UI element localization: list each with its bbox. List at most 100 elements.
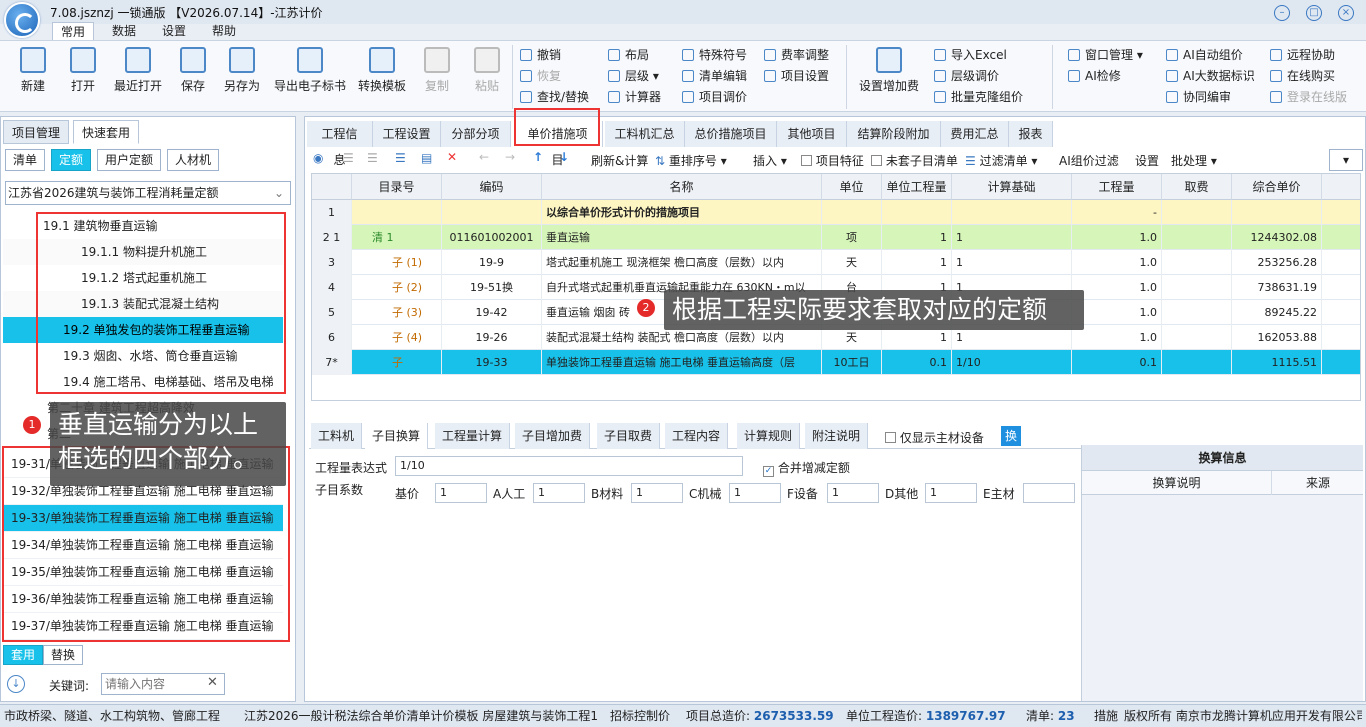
ai-auto-price-button[interactable]: AI自动组价 bbox=[1166, 45, 1243, 65]
coef-input[interactable]: 1 bbox=[533, 483, 585, 503]
redo-button[interactable]: 恢复 bbox=[520, 66, 561, 86]
table-cell[interactable]: 89245.22 bbox=[1232, 300, 1322, 325]
settings-button[interactable]: 设置 bbox=[1135, 152, 1159, 169]
table-cell[interactable]: 10工日 bbox=[822, 350, 882, 375]
open-button[interactable]: 打开 bbox=[64, 47, 102, 107]
table-cell[interactable]: 1/10 bbox=[952, 350, 1072, 375]
recent-button[interactable]: 最近打开 bbox=[112, 47, 164, 107]
column-header[interactable]: 单位 bbox=[822, 174, 882, 200]
dropdown-toggle[interactable]: ▾ bbox=[1329, 149, 1363, 171]
table-cell[interactable]: 1 bbox=[882, 225, 952, 250]
table-cell[interactable]: 子 bbox=[352, 350, 442, 375]
merge-checkbox[interactable]: ✓ 合并增减定额 bbox=[763, 459, 850, 477]
minimize-icon[interactable]: – bbox=[1274, 5, 1290, 21]
tab-materials[interactable]: 工料机 bbox=[311, 423, 363, 449]
table-row[interactable]: 2 1清 1 011601002001 垂直运输项 1 1 1.0 1244302.08 bbox=[312, 225, 1360, 250]
arrow-right-icon[interactable]: → bbox=[505, 150, 515, 164]
table-cell[interactable]: 子 (3) bbox=[352, 300, 442, 325]
table-cell[interactable]: 1 bbox=[952, 250, 1072, 275]
reorder-button[interactable]: ⇅ 重排序号 ▾ bbox=[655, 152, 727, 169]
ai-filter-button[interactable]: AI组价过滤 bbox=[1059, 152, 1119, 169]
table-cell[interactable]: 1.0 bbox=[1072, 275, 1162, 300]
column-header[interactable]: 目录号 bbox=[352, 174, 442, 200]
close-icon[interactable]: × bbox=[1338, 5, 1354, 21]
table-cell[interactable]: 子 (4) bbox=[352, 325, 442, 350]
column-header[interactable]: 名称 bbox=[542, 174, 822, 200]
table-cell[interactable]: 天 bbox=[822, 250, 882, 275]
menu-common[interactable]: 常用 bbox=[52, 22, 94, 40]
column-header[interactable]: 取费 bbox=[1162, 174, 1232, 200]
menu-help[interactable]: 帮助 bbox=[204, 22, 244, 40]
menu-settings[interactable]: 设置 bbox=[154, 22, 194, 40]
arrow-down-icon[interactable]: ↓ bbox=[559, 150, 569, 164]
filter-list-dropdown[interactable]: ☰ 过滤清单 ▾ bbox=[965, 152, 1037, 169]
tab-project-info[interactable]: 工程信息 bbox=[307, 121, 373, 167]
download-icon[interactable]: ↓ bbox=[7, 675, 25, 693]
batch-clone-button[interactable]: 批量克隆组价 bbox=[934, 87, 1023, 107]
table-cell[interactable]: 以综合单价形式计价的措施项目 bbox=[542, 200, 822, 225]
table-cell[interactable]: 1.0 bbox=[1072, 250, 1162, 275]
table-cell[interactable]: 19-42 bbox=[442, 300, 542, 325]
window-manage-button[interactable]: 窗口管理 ▾ bbox=[1068, 45, 1143, 65]
table-cell[interactable]: 2 1 bbox=[312, 225, 352, 250]
table-cell[interactable]: 清 1 bbox=[352, 225, 442, 250]
column-header[interactable]: 综合单价 bbox=[1232, 174, 1322, 200]
coef-input[interactable]: 1 bbox=[925, 483, 977, 503]
tab-work-content[interactable]: 工程内容 bbox=[665, 423, 729, 449]
table-cell[interactable] bbox=[1162, 300, 1232, 325]
tab-subdivision[interactable]: 分部分项 bbox=[441, 121, 511, 147]
online-buy-button[interactable]: 在线购买 bbox=[1270, 66, 1335, 86]
rate-adjust-button[interactable]: 费率调整 bbox=[764, 45, 829, 65]
new-button[interactable]: 新建 bbox=[14, 47, 52, 107]
ai-check-button[interactable]: AI检修 bbox=[1068, 66, 1121, 86]
table-cell[interactable] bbox=[1162, 325, 1232, 350]
table-cell[interactable]: 011601002001 bbox=[442, 225, 542, 250]
table-cell[interactable]: 4 bbox=[312, 275, 352, 300]
quota-library-select[interactable]: 江苏省2026建筑与装饰工程消耗量定额 ⌄ bbox=[5, 181, 291, 205]
filter-material-button[interactable]: 人材机 bbox=[167, 149, 220, 171]
import-excel-button[interactable]: 导入Excel bbox=[934, 45, 1007, 65]
unmatched-list-checkbox[interactable]: 未套子目清单 bbox=[871, 152, 958, 169]
coef-input[interactable] bbox=[1023, 483, 1075, 503]
table-cell[interactable]: 1 bbox=[882, 250, 952, 275]
table-cell[interactable]: 162053.88 bbox=[1232, 325, 1322, 350]
tab-calc-rules[interactable]: 计算规则 bbox=[737, 423, 801, 449]
table-cell[interactable]: 253256.28 bbox=[1232, 250, 1322, 275]
tab-quantity-calc[interactable]: 工程量计算 bbox=[435, 423, 511, 449]
filter-list-button[interactable]: 清单 bbox=[5, 149, 46, 171]
level-price-button[interactable]: 层级调价 bbox=[934, 66, 999, 86]
table-cell[interactable]: 19-51换 bbox=[442, 275, 542, 300]
refresh-calc-button[interactable]: 刷新&计算 bbox=[591, 152, 648, 169]
table-cell[interactable]: 单独装饰工程垂直运输 施工电梯 垂直运输高度（层 bbox=[542, 350, 822, 375]
eye-icon[interactable]: ◉ bbox=[313, 151, 323, 165]
replace-tab[interactable]: 替换 bbox=[43, 645, 84, 665]
menu-data[interactable]: 数据 bbox=[104, 22, 144, 40]
filter-user-quota-button[interactable]: 用户定额 bbox=[97, 149, 162, 171]
table-cell[interactable]: 1115.51 bbox=[1232, 350, 1322, 375]
save-as-button[interactable]: 另存为 bbox=[222, 47, 262, 107]
project-feature-checkbox[interactable]: 项目特征 bbox=[801, 152, 864, 169]
copy-button[interactable]: 复制 bbox=[420, 47, 454, 107]
export-bid-button[interactable]: 导出电子标书 bbox=[272, 47, 348, 107]
coef-input[interactable]: 1 bbox=[435, 483, 487, 503]
table-cell[interactable]: 1.0 bbox=[1072, 300, 1162, 325]
paste-button[interactable]: 粘贴 bbox=[470, 47, 504, 107]
table-row[interactable]: 1 以综合单价形式计价的措施项目 - bbox=[312, 200, 1360, 225]
convert-template-button[interactable]: 转换模板 bbox=[356, 47, 408, 107]
table-cell[interactable]: 19-33 bbox=[442, 350, 542, 375]
clear-icon[interactable]: ✕ bbox=[207, 675, 218, 690]
table-cell[interactable]: 1 bbox=[952, 225, 1072, 250]
table-cell[interactable] bbox=[352, 200, 442, 225]
table-cell[interactable] bbox=[1162, 250, 1232, 275]
table-cell[interactable] bbox=[1162, 275, 1232, 300]
save-button[interactable]: 保存 bbox=[174, 47, 212, 107]
special-symbol-button[interactable]: 特殊符号 bbox=[682, 45, 747, 65]
undo-button[interactable]: 撤销 bbox=[520, 45, 561, 65]
table-cell[interactable]: 垂直运输 bbox=[542, 225, 822, 250]
tab-subitem-conversion[interactable]: 子目换算 bbox=[365, 423, 429, 449]
table-cell[interactable]: 1244302.08 bbox=[1232, 225, 1322, 250]
table-cell[interactable] bbox=[822, 200, 882, 225]
batch-button[interactable]: 批处理 ▾ bbox=[1171, 152, 1217, 169]
ai-bigdata-button[interactable]: AI大数据标识 bbox=[1166, 66, 1255, 86]
apply-tab[interactable]: 套用 bbox=[3, 645, 44, 665]
